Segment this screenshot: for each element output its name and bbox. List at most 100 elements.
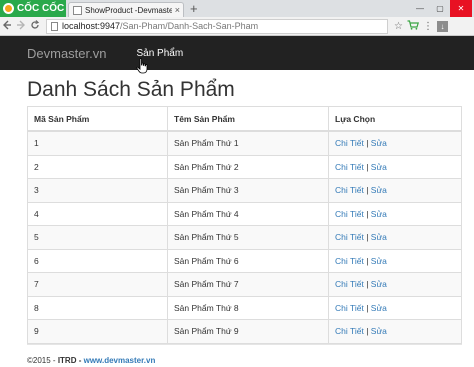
maximize-button[interactable]: ▢ xyxy=(430,4,450,13)
cart-icon[interactable] xyxy=(407,19,419,33)
footer-copyright: ©2015 - xyxy=(27,356,58,365)
minimize-button[interactable]: — xyxy=(410,4,430,13)
edit-link[interactable]: Sửa xyxy=(371,232,387,242)
product-actions-cell: Chi Tiết | Sửa xyxy=(328,248,462,273)
product-name-cell: Sản Phẩm Thứ 1 xyxy=(167,130,329,156)
footer-org: ITRD xyxy=(57,356,77,365)
product-id-cell: 7 xyxy=(27,272,168,297)
column-header-actions: Lựa Chọn xyxy=(328,106,462,132)
detail-link[interactable]: Chi Tiết xyxy=(335,232,364,242)
table-row: 7 Sản Phẩm Thứ 7 Chi Tiết | Sửa xyxy=(27,272,462,297)
page-favicon-icon xyxy=(73,5,82,15)
site-navbar: Devmaster.vn Sản Phẩm xyxy=(0,36,474,70)
action-separator: | xyxy=(366,302,369,313)
action-separator: | xyxy=(366,232,369,243)
product-id-cell: 5 xyxy=(27,225,168,250)
reload-icon[interactable] xyxy=(28,19,42,33)
tab-close-icon[interactable]: × xyxy=(175,5,183,15)
detail-link[interactable]: Chi Tiết xyxy=(335,209,364,219)
product-name-cell: Sản Phẩm Thứ 8 xyxy=(167,295,329,320)
edit-link[interactable]: Sửa xyxy=(371,185,387,195)
edit-link[interactable]: Sửa xyxy=(371,162,387,172)
forward-arrow-icon[interactable] xyxy=(14,20,28,33)
product-name-cell: Sản Phẩm Thứ 9 xyxy=(167,319,329,344)
browser-tab[interactable]: ShowProduct -Devmaster × xyxy=(68,2,184,17)
product-id-cell: 8 xyxy=(27,295,168,320)
address-bar: localhost:9947/San-Pham/Danh-Sach-San-Ph… xyxy=(0,17,474,36)
url-host: localhost:9947 xyxy=(62,21,121,31)
window-close-button[interactable]: ✕ xyxy=(450,0,472,17)
action-separator: | xyxy=(366,161,369,172)
product-name-cell: Sản Phẩm Thứ 2 xyxy=(167,154,329,179)
table-row: 2 Sản Phẩm Thứ 2 Chi Tiết | Sửa xyxy=(27,154,462,179)
table-row: 8 Sản Phẩm Thứ 8 Chi Tiết | Sửa xyxy=(27,295,462,320)
action-separator: | xyxy=(366,326,369,337)
action-separator: | xyxy=(366,279,369,290)
product-id-cell: 6 xyxy=(27,248,168,273)
product-actions-cell: Chi Tiết | Sửa xyxy=(328,130,462,156)
detail-link[interactable]: Chi Tiết xyxy=(335,185,364,195)
product-actions-cell: Chi Tiết | Sửa xyxy=(328,178,462,203)
page-title: Danh Sách Sản Phẩm xyxy=(27,78,235,101)
table-header-row: Mã Sản Phẩm Têm Sản Phẩm Lựa Chọn xyxy=(27,106,462,132)
edit-link[interactable]: Sửa xyxy=(371,303,387,313)
action-separator: | xyxy=(366,208,369,219)
product-id-cell: 9 xyxy=(27,319,168,344)
back-arrow-icon[interactable] xyxy=(0,20,14,33)
table-row: 5 Sản Phẩm Thứ 5 Chi Tiết | Sửa xyxy=(27,225,462,250)
download-icon[interactable]: ↓ xyxy=(436,20,448,32)
table-row: 4 Sản Phẩm Thứ 4 Chi Tiết | Sửa xyxy=(27,201,462,226)
product-name-cell: Sản Phẩm Thứ 7 xyxy=(167,272,329,297)
detail-link[interactable]: Chi Tiết xyxy=(335,303,364,313)
url-input[interactable]: localhost:9947/San-Pham/Danh-Sach-San-Ph… xyxy=(46,18,388,34)
footer-divider xyxy=(27,344,462,345)
edit-link[interactable]: Sửa xyxy=(371,138,387,148)
edit-link[interactable]: Sửa xyxy=(371,209,387,219)
product-actions-cell: Chi Tiết | Sửa xyxy=(328,201,462,226)
product-actions-cell: Chi Tiết | Sửa xyxy=(328,272,462,297)
footer-dash: - xyxy=(76,356,84,365)
navbar-brand-link[interactable]: Devmaster.vn xyxy=(27,46,106,61)
edit-link[interactable]: Sửa xyxy=(371,279,387,289)
table-row: 9 Sản Phẩm Thứ 9 Chi Tiết | Sửa xyxy=(27,319,462,344)
browser-toolbar: ☆ ⋮ ↓ xyxy=(394,19,448,33)
dots-menu-icon[interactable]: ⋮ xyxy=(423,21,433,32)
detail-link[interactable]: Chi Tiết xyxy=(335,279,364,289)
table-row: 6 Sản Phẩm Thứ 6 Chi Tiết | Sửa xyxy=(27,248,462,273)
product-name-cell: Sản Phẩm Thứ 6 xyxy=(167,248,329,273)
url-path: /San-Pham/Danh-Sach-San-Pham xyxy=(120,21,259,31)
coccoc-logo-icon xyxy=(3,3,14,14)
browser-brand-label: CỐC CỐC xyxy=(17,3,65,14)
table-row: 1 Sản Phẩm Thứ 1 Chi Tiết | Sửa xyxy=(27,130,462,156)
action-separator: | xyxy=(366,185,369,196)
product-actions-cell: Chi Tiết | Sửa xyxy=(328,225,462,250)
column-header-name: Têm Sản Phẩm xyxy=(167,106,329,132)
column-header-id: Mã Sản Phẩm xyxy=(27,106,168,132)
product-id-cell: 3 xyxy=(27,178,168,203)
product-name-cell: Sản Phẩm Thứ 4 xyxy=(167,201,329,226)
product-id-cell: 1 xyxy=(27,130,168,156)
tab-title: ShowProduct -Devmaster xyxy=(85,5,172,15)
detail-link[interactable]: Chi Tiết xyxy=(335,138,364,148)
action-separator: | xyxy=(366,138,369,149)
product-actions-cell: Chi Tiết | Sửa xyxy=(328,295,462,320)
detail-link[interactable]: Chi Tiết xyxy=(335,162,364,172)
table-row: 3 Sản Phẩm Thứ 3 Chi Tiết | Sửa xyxy=(27,178,462,203)
star-icon[interactable]: ☆ xyxy=(394,21,403,32)
window-controls: — ▢ ✕ xyxy=(410,0,472,17)
product-actions-cell: Chi Tiết | Sửa xyxy=(328,319,462,344)
detail-link[interactable]: Chi Tiết xyxy=(335,326,364,336)
nav-link-products[interactable]: Sản Phẩm xyxy=(136,48,183,59)
coccoc-brand-button[interactable]: CỐC CỐC xyxy=(0,0,66,17)
table-body: 1 Sản Phẩm Thứ 1 Chi Tiết | Sửa 2 Sản Phẩm T… xyxy=(27,130,462,344)
page-info-icon[interactable] xyxy=(51,21,58,31)
edit-link[interactable]: Sửa xyxy=(371,326,387,336)
product-actions-cell: Chi Tiết | Sửa xyxy=(328,154,462,179)
product-id-cell: 4 xyxy=(27,201,168,226)
new-tab-button[interactable]: + xyxy=(190,1,198,16)
product-name-cell: Sản Phẩm Thứ 5 xyxy=(167,225,329,250)
detail-link[interactable]: Chi Tiết xyxy=(335,256,364,266)
page-footer: ©2015 - ITRD - www.devmaster.vn xyxy=(27,356,155,365)
footer-site-link[interactable]: www.devmaster.vn xyxy=(84,356,156,365)
edit-link[interactable]: Sửa xyxy=(371,256,387,266)
